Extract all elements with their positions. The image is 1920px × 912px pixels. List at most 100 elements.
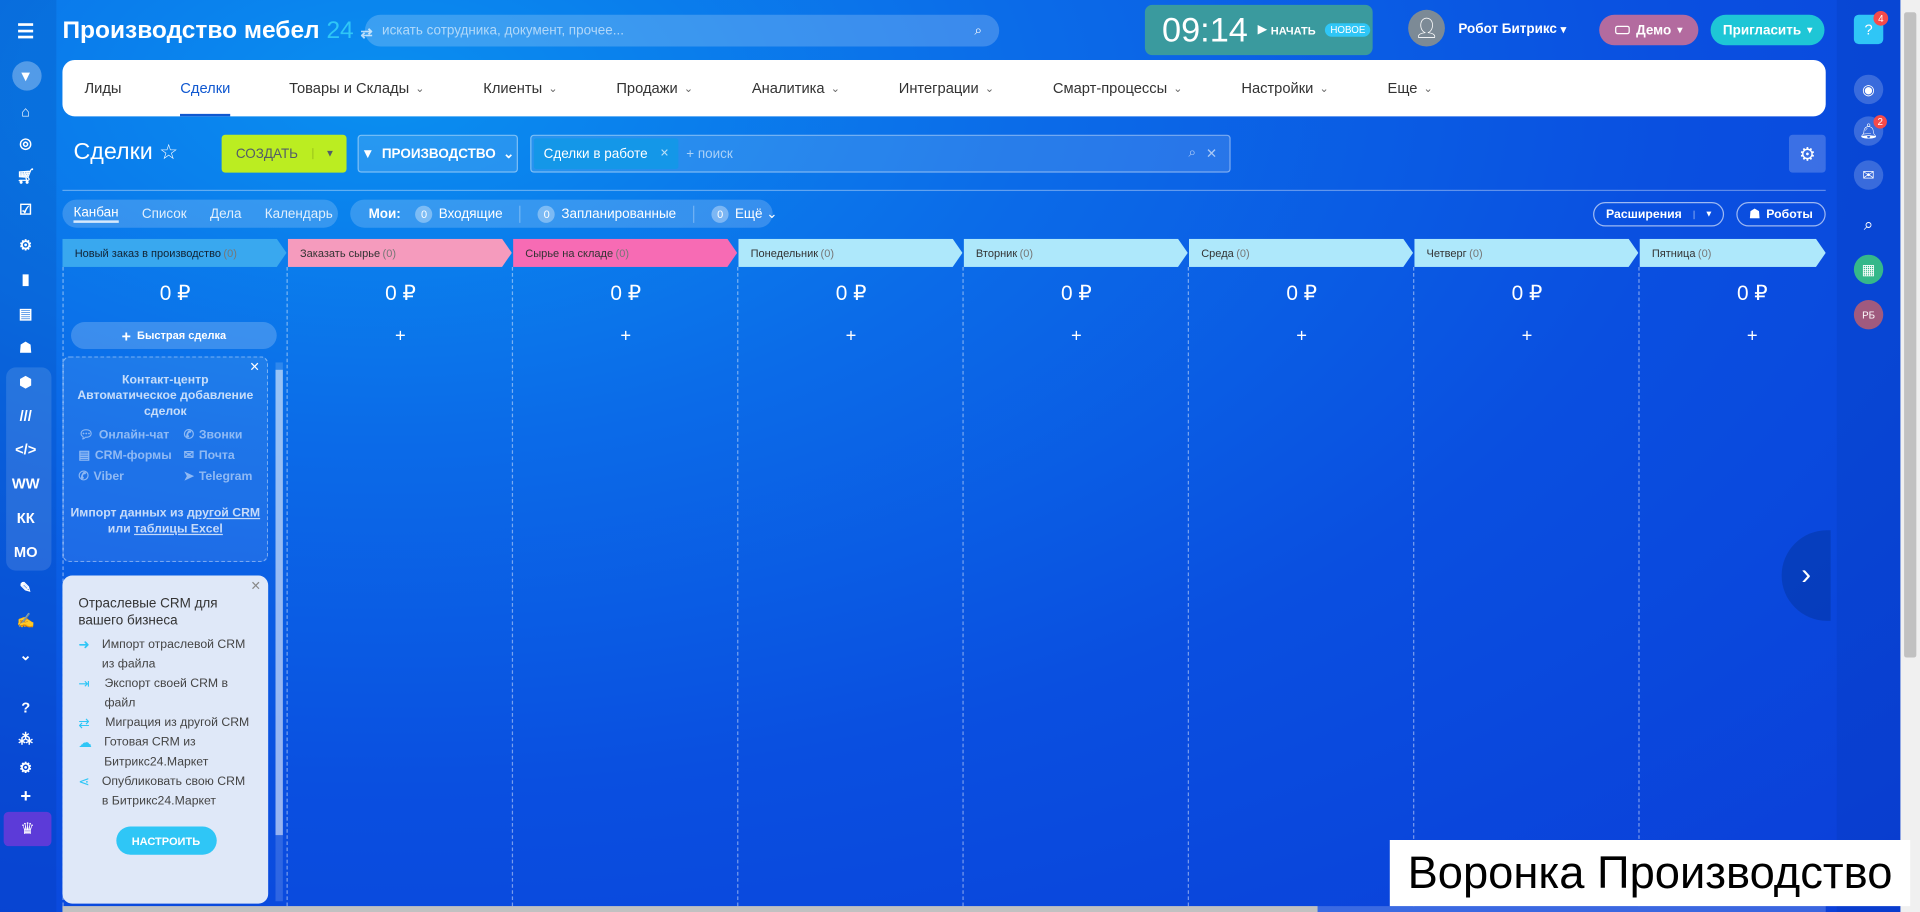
configure-button[interactable]: НАСТРОИТЬ — [115, 826, 217, 855]
stripes-icon[interactable]: /// — [13, 404, 37, 428]
tab-activities[interactable]: Дела — [210, 206, 242, 221]
invite-button[interactable]: Пригласить ▾ — [1710, 14, 1825, 46]
add-deal-button[interactable]: + — [1414, 326, 1639, 347]
settings-button[interactable]: ⚙ — [1788, 134, 1826, 173]
tasks-icon[interactable]: ☑ — [13, 197, 37, 221]
close-icon[interactable]: ✕ — [660, 147, 669, 160]
user-avatar[interactable]: 👤︎ — [1408, 9, 1445, 47]
search-icon[interactable]: ⌕ — [974, 23, 982, 39]
clear-icon[interactable]: ✕ — [1206, 146, 1217, 162]
import-excel-link[interactable]: таблицы Excel — [134, 523, 223, 536]
quick-deal-button[interactable]: + Быстрая сделка — [71, 322, 277, 349]
create-button[interactable]: СОЗДАТЬ ▼ — [221, 134, 347, 173]
nav-analytics[interactable]: Аналитика ⌄ — [752, 80, 840, 97]
counter-more[interactable]: 0 Ещё ⌄ — [693, 205, 778, 223]
document-icon[interactable]: ✎ — [13, 576, 37, 600]
category-selector[interactable]: ▼ ПРОИЗВОДСТВО ⌄ — [357, 134, 518, 173]
nav-sales[interactable]: Продажи ⌄ — [616, 80, 693, 97]
star-icon[interactable]: ☆ — [159, 141, 178, 164]
add-deal-button[interactable]: + — [513, 326, 738, 347]
robot-icon[interactable]: ☗ — [13, 336, 37, 360]
filter-tag[interactable]: Сделки в работе ✕ — [533, 138, 679, 169]
close-icon[interactable]: ✕ — [249, 361, 259, 374]
counter-planned[interactable]: 0 Запланированные — [519, 205, 676, 223]
help-icon[interactable]: ? — [13, 696, 37, 720]
create-dropdown-arrow[interactable]: ▼ — [312, 148, 346, 160]
home-icon[interactable]: ⌂ — [13, 99, 37, 123]
add-deal-button[interactable]: + — [1640, 326, 1865, 347]
code-icon[interactable]: </> — [13, 437, 37, 461]
structure-icon[interactable]: ⁂ — [13, 726, 37, 750]
add-icon[interactable]: + — [13, 784, 37, 808]
industry-item-publish[interactable]: ⋖ Опубликовать свою CRM в Битрикс24.Марке… — [78, 773, 253, 812]
channel-crm-forms[interactable]: ▤ CRM-формы — [78, 449, 183, 462]
tab-calendar[interactable]: Календарь — [265, 206, 333, 221]
search-icon[interactable]: ⌕ — [1854, 209, 1883, 238]
close-icon[interactable]: ✕ — [251, 580, 261, 593]
funnel-icon[interactable]: ▼ — [13, 64, 37, 88]
nav-deals[interactable]: Сделки — [180, 80, 230, 117]
robots-button[interactable]: ☗ Роботы — [1736, 202, 1826, 227]
app-mo[interactable]: МО — [13, 540, 38, 564]
worktime-widget[interactable]: 09:14 ▶ НАЧАТЬ НОВОЕ — [1144, 4, 1373, 56]
horizontal-scrollbar[interactable] — [62, 906, 1826, 912]
extensions-button[interactable]: Расширения ▼ — [1593, 202, 1725, 227]
channel-telegram[interactable]: ➤ Telegram — [184, 470, 270, 483]
search-icon[interactable]: ⌕ — [1189, 146, 1197, 162]
signature-icon[interactable]: ✍ — [13, 609, 37, 633]
import-other-crm-link[interactable]: другой CRM — [187, 507, 260, 520]
crown-icon[interactable]: ♛ — [3, 811, 52, 847]
counter-incoming[interactable]: 0 Входящие — [415, 205, 503, 223]
column-header[interactable]: Заказать сырье (0) — [288, 239, 512, 267]
add-deal-button[interactable]: + — [738, 326, 963, 347]
scrollbar-thumb[interactable] — [1904, 12, 1917, 658]
demo-button[interactable]: Демо ▾ — [1599, 14, 1699, 46]
filter-search-input[interactable]: Сделки в работе ✕ + поиск ⌕ ✕ — [530, 134, 1231, 173]
nav-products[interactable]: Товары и Склады ⌄ — [289, 80, 424, 97]
chevron-down-circle-icon[interactable]: ⌄ — [13, 643, 37, 667]
global-search-input[interactable]: искать сотрудника, документ, прочее... ⌕ — [364, 14, 1000, 47]
menu-icon[interactable]: ☰ — [13, 20, 37, 44]
box-icon[interactable]: ⬢ — [13, 370, 37, 394]
tab-list[interactable]: Список — [142, 206, 187, 221]
nav-integrations[interactable]: Интеграции ⌄ — [899, 80, 994, 97]
column-header[interactable]: Сырье на складе (0) — [513, 239, 737, 267]
nav-clients[interactable]: Клиенты ⌄ — [483, 80, 557, 97]
scroll-right-button[interactable]: › — [1781, 530, 1831, 621]
column-header[interactable]: Новый заказ в производство (0) — [62, 239, 286, 267]
chat-icon[interactable]: ◉ — [1853, 74, 1884, 105]
messages-icon[interactable]: ✉ — [1853, 160, 1884, 190]
industry-item-import[interactable]: ➜ Импорт отраслевой CRM из файла — [78, 636, 253, 675]
app-ww[interactable]: WW — [12, 471, 40, 495]
column-header[interactable]: Четверг (0) — [1414, 239, 1638, 267]
column-header[interactable]: Понедельник (0) — [738, 239, 962, 267]
add-deal-button[interactable]: + — [288, 326, 513, 347]
column-scrollbar[interactable] — [275, 362, 283, 902]
vertical-scrollbar[interactable] — [1900, 0, 1920, 912]
nav-smart-processes[interactable]: Смарт-процессы ⌄ — [1053, 80, 1183, 97]
target-icon[interactable]: ◎ — [13, 131, 37, 155]
analytics-icon[interactable]: ▮ — [13, 267, 37, 291]
portal-title[interactable]: Производство мебел 24 ⇄ — [62, 17, 372, 45]
contacts-icon[interactable]: ▤ — [13, 301, 37, 325]
column-header[interactable]: Пятница (0) — [1640, 239, 1826, 267]
tab-kanban[interactable]: Канбан — [73, 205, 119, 223]
industry-item-migration[interactable]: ⇄ Миграция из другой CRM — [78, 714, 253, 734]
add-deal-button[interactable]: + — [1189, 326, 1414, 347]
scrollbar-thumb[interactable] — [62, 906, 1318, 912]
start-label[interactable]: НАЧАТЬ — [1271, 24, 1316, 36]
nav-leads[interactable]: Лиды — [84, 80, 121, 97]
app-kk[interactable]: КК — [13, 506, 37, 530]
column-header[interactable]: Вторник (0) — [964, 239, 1188, 267]
cart-icon[interactable]: 🛒︎ — [13, 164, 37, 188]
calendar-icon[interactable]: ▦ — [1853, 254, 1884, 285]
column-header[interactable]: Среда (0) — [1189, 239, 1413, 267]
channel-calls[interactable]: ✆ Звонки — [184, 429, 270, 442]
add-deal-button[interactable]: + — [964, 326, 1189, 347]
channel-viber[interactable]: ✆ Viber — [78, 470, 183, 483]
settings-icon[interactable]: ⚙ — [13, 756, 37, 780]
nav-settings[interactable]: Настройки ⌄ — [1241, 80, 1328, 97]
nav-more[interactable]: Еще ⌄ — [1388, 80, 1433, 97]
user-menu[interactable]: Робот Битрикс ▾ — [1458, 22, 1566, 37]
automation-icon[interactable]: ⚙ — [13, 233, 37, 257]
